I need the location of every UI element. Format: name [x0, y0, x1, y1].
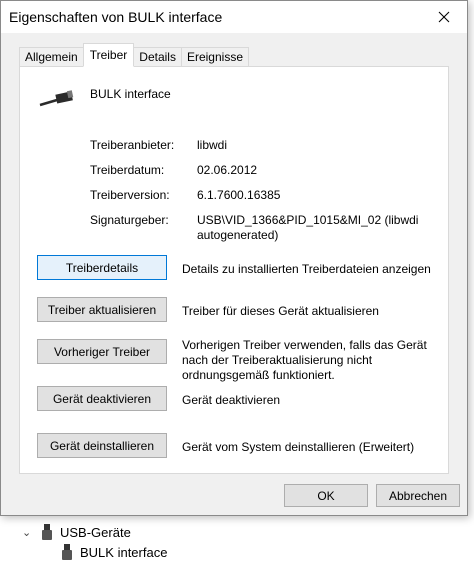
version-label: Treiberversion: — [90, 188, 170, 202]
usb-device-icon — [42, 524, 52, 540]
provider-value: libwdi — [197, 138, 228, 152]
uninstall-device-description: Gerät vom System deinstallieren (Erweite… — [182, 440, 415, 454]
close-button[interactable] — [421, 1, 467, 33]
update-driver-description: Treiber für dieses Gerät aktualisieren — [182, 304, 379, 318]
usb-device-icon — [62, 544, 72, 560]
device-name: BULK interface — [90, 87, 171, 101]
signer-value: USB\VID_1366&PID_1015&MI_02 (libwdi auto… — [197, 213, 419, 242]
tree-item-bulk-interface[interactable]: BULK interface — [62, 544, 167, 560]
properties-dialog: Eigenschaften von BULK interface Allgeme… — [0, 0, 468, 516]
driver-tab-panel: BULK interface Treiberanbieter: libwdi T… — [19, 66, 449, 474]
version-value: 6.1.7600.16385 — [197, 188, 281, 202]
driver-details-button[interactable]: Treiberdetails — [37, 255, 167, 280]
chevron-down-icon[interactable]: ⌄ — [22, 526, 34, 539]
signer-label: Signaturgeber: — [90, 213, 169, 227]
tree-item-usb-devices[interactable]: ⌄ USB-Geräte — [22, 524, 131, 540]
tree-item-label: USB-Geräte — [60, 524, 131, 540]
tab-general[interactable]: Allgemein — [19, 47, 84, 67]
cancel-button[interactable]: Abbrechen — [376, 484, 460, 507]
usb-cable-icon — [39, 90, 74, 107]
rollback-driver-button[interactable]: Vorheriger Treiber — [37, 339, 167, 364]
update-driver-button[interactable]: Treiber aktualisieren — [37, 297, 167, 322]
date-value: 02.06.2012 — [197, 163, 258, 177]
rollback-driver-description: Vorherigen Treiber verwenden, falls das … — [182, 338, 427, 382]
tab-bar: Allgemein Treiber Details Ereignisse — [19, 43, 249, 67]
disable-device-button[interactable]: Gerät deaktivieren — [37, 386, 167, 411]
tab-events[interactable]: Ereignisse — [180, 47, 249, 67]
date-label: Treiberdatum: — [90, 163, 165, 177]
tab-driver[interactable]: Treiber — [82, 43, 135, 67]
close-icon — [438, 11, 450, 23]
tab-details[interactable]: Details — [133, 47, 182, 67]
provider-label: Treiberanbieter: — [90, 138, 175, 152]
title-bar[interactable]: Eigenschaften von BULK interface — [1, 1, 467, 33]
window-title: Eigenschaften von BULK interface — [9, 9, 223, 25]
ok-button[interactable]: OK — [284, 484, 368, 507]
disable-device-description: Gerät deaktivieren — [182, 393, 281, 407]
tree-item-label: BULK interface — [80, 544, 168, 560]
uninstall-device-button[interactable]: Gerät deinstallieren — [37, 433, 167, 458]
driver-details-description: Details zu installierten Treiberdateien … — [182, 262, 431, 276]
